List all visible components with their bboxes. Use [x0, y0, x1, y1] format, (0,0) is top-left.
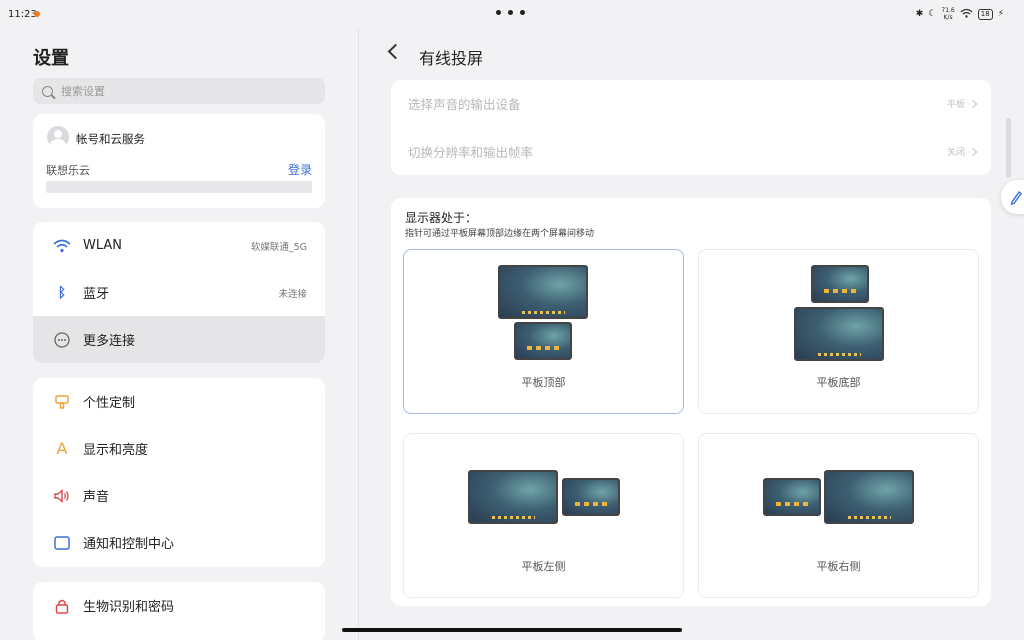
- tablet-illustration: [763, 478, 821, 516]
- login-link[interactable]: 登录: [288, 161, 312, 178]
- status-time: 11:23: [8, 9, 37, 20]
- floating-pen-tool[interactable]: [1001, 180, 1024, 214]
- net-speed: 71.6 K/s: [941, 7, 955, 21]
- record-indicator-icon: [34, 11, 40, 17]
- sidebar-item-more-connections[interactable]: 更多连接: [33, 316, 325, 363]
- dnd-icon: ☾: [928, 9, 937, 19]
- monitor-illustration: [824, 470, 914, 524]
- speaker-icon: [53, 487, 71, 505]
- brush-icon: [53, 393, 71, 411]
- tablet-illustration: [811, 265, 869, 303]
- sidebar-item-notifications[interactable]: 通知和控制中心: [33, 519, 325, 566]
- sidebar-item-display[interactable]: A 显示和亮度: [33, 425, 325, 472]
- personalization-card: 个性定制 A 显示和亮度 声音 通知和控制中心: [33, 378, 325, 567]
- wifi-icon: [53, 237, 71, 255]
- settings-title: 设置: [33, 48, 69, 69]
- display-position-title: 显示器处于：: [405, 211, 478, 225]
- multitask-dots[interactable]: [496, 10, 525, 15]
- detail-pane: 有线投屏 选择声音的输出设备 平板 切换分辨率和输出帧率 关闭 显示器处于： 指…: [359, 28, 1024, 640]
- battery-indicator: 18: [977, 8, 993, 20]
- back-icon[interactable]: [387, 43, 404, 60]
- more-connections-icon: [53, 331, 71, 349]
- bluetooth-status-icon: ✱: [915, 9, 924, 19]
- display-position-hint: 指针可通过平板屏幕顶部边缘在两个屏幕间移动: [405, 229, 595, 239]
- sidebar-item-wlan[interactable]: WLAN 软媒联通_5G: [33, 222, 325, 269]
- cloud-service-label: 联想乐云: [46, 164, 90, 177]
- status-icons: ✱ ☾ 71.6 K/s 18 ⚡: [916, 7, 1004, 21]
- status-bar: 11:23 ✱ ☾ 71.6 K/s 18 ⚡: [0, 0, 1024, 28]
- bluetooth-icon: ᛒ: [57, 284, 67, 301]
- account-card[interactable]: 帐号和云服务 联想乐云 登录: [33, 114, 325, 208]
- output-options-card: 选择声音的输出设备 平板 切换分辨率和输出帧率 关闭: [391, 80, 991, 175]
- monitor-illustration: [498, 265, 588, 319]
- chevron-right-icon: [968, 147, 978, 156]
- position-option-left[interactable]: 平板左侧: [403, 433, 684, 598]
- position-option-bottom[interactable]: 平板底部: [698, 249, 979, 414]
- security-card: 生物识别和密码: [33, 582, 325, 640]
- chevron-right-icon: [968, 99, 978, 108]
- position-option-top[interactable]: 平板顶部: [403, 249, 684, 414]
- resolution-option[interactable]: 切换分辨率和输出帧率 关闭: [391, 128, 991, 175]
- sidebar-item-customize[interactable]: 个性定制: [33, 378, 325, 425]
- sidebar-item-bluetooth[interactable]: ᛒ 蓝牙 未连接: [33, 269, 325, 316]
- monitor-illustration: [794, 307, 884, 361]
- tablet-illustration: [514, 322, 572, 360]
- notification-center-icon: [53, 534, 71, 552]
- wifi-status-icon: [960, 8, 973, 21]
- monitor-illustration: [468, 470, 558, 524]
- audio-output-option[interactable]: 选择声音的输出设备 平板: [391, 80, 991, 127]
- tablet-illustration: [562, 478, 620, 516]
- connectivity-card: WLAN 软媒联通_5G ᛒ 蓝牙 未连接 更多连接: [33, 222, 325, 363]
- sidebar-item-biometrics[interactable]: 生物识别和密码: [33, 582, 325, 629]
- page-title: 有线投屏: [419, 49, 484, 68]
- cloud-storage-bar: [46, 181, 312, 193]
- home-indicator[interactable]: [342, 628, 682, 632]
- sidebar-item-sound[interactable]: 声音: [33, 472, 325, 519]
- avatar: [47, 126, 69, 148]
- search-icon: [42, 85, 53, 97]
- lock-icon: [53, 597, 71, 615]
- settings-sidebar: 设置 搜索设置 帐号和云服务 联想乐云 登录 WLAN 软媒联通_5G ᛒ 蓝牙…: [0, 28, 358, 640]
- display-brightness-icon: A: [56, 439, 68, 458]
- charging-icon: ⚡: [997, 9, 1004, 19]
- position-option-right[interactable]: 平板右侧: [698, 433, 979, 598]
- account-title: 帐号和云服务: [76, 132, 145, 146]
- scrollbar[interactable]: [1006, 118, 1011, 178]
- display-position-card: 显示器处于： 指针可通过平板屏幕顶部边缘在两个屏幕间移动 平板顶部 平板底部 平…: [391, 198, 991, 606]
- search-input[interactable]: 搜索设置: [33, 78, 325, 104]
- search-placeholder: 搜索设置: [61, 85, 105, 98]
